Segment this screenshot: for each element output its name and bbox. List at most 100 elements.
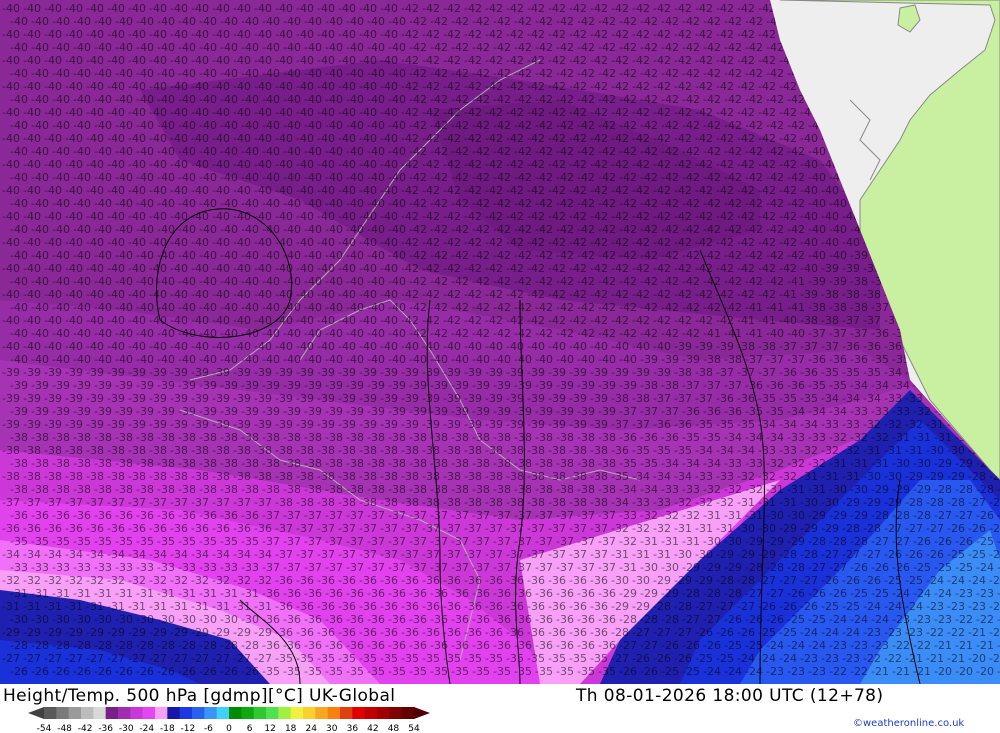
contour-value: -36: [619, 431, 637, 444]
contour-value: -42: [745, 41, 763, 54]
contour-value: -39: [464, 392, 482, 405]
contour-value: -27: [653, 626, 671, 639]
contour-value: -42: [737, 54, 755, 67]
contour-value: -25: [682, 665, 700, 678]
contour-value: -39: [674, 340, 692, 353]
contour-value: -40: [275, 288, 293, 301]
contour-value: -42: [485, 54, 503, 67]
contour-value: -39: [443, 366, 461, 379]
contour-value: -38: [464, 496, 482, 509]
contour-value: -42: [514, 145, 532, 158]
contour-value: -37: [325, 509, 343, 522]
contour-value: -32: [86, 574, 104, 587]
contour-value: -38: [842, 288, 860, 301]
contour-value: -28: [716, 574, 734, 587]
contour-value: -40: [65, 184, 83, 197]
contour-value: -35: [73, 535, 91, 548]
contour-value: -42: [506, 184, 524, 197]
contour-value: -39: [464, 366, 482, 379]
contour-value: -29: [779, 522, 797, 535]
contour-value: -30: [661, 561, 679, 574]
contour-value: -38: [737, 340, 755, 353]
contour-value: -40: [94, 275, 112, 288]
contour-value: -40: [10, 353, 28, 366]
contour-value: -40: [178, 171, 196, 184]
contour-value: -40: [367, 249, 385, 262]
contour-value: -38: [380, 444, 398, 457]
contour-value: -37: [325, 561, 343, 574]
contour-value: -38: [304, 457, 322, 470]
contour-value: -40: [325, 249, 343, 262]
contour-value: -39: [317, 392, 335, 405]
contour-value: -40: [2, 2, 20, 15]
contour-value: -38: [409, 431, 427, 444]
contour-value: -34: [800, 418, 818, 431]
contour-value: -35: [619, 457, 637, 470]
contour-value: -42: [443, 262, 461, 275]
contour-value: -42: [464, 288, 482, 301]
contour-value: -40: [569, 340, 587, 353]
contour-value: -37: [640, 405, 658, 418]
contour-value: -40: [128, 106, 146, 119]
contour-value: -40: [283, 301, 301, 314]
credit-link[interactable]: ©weatheronline.co.uk: [853, 718, 964, 729]
contour-value: -32: [800, 444, 818, 457]
contour-value: -42: [745, 171, 763, 184]
contour-value: -38: [199, 483, 217, 496]
contour-value: -35: [682, 431, 700, 444]
contour-value: -38: [598, 431, 616, 444]
contour-value: -36: [653, 418, 671, 431]
contour-value: -42: [653, 28, 671, 41]
contour-value: -35: [409, 665, 427, 678]
contour-value: -40: [115, 171, 133, 184]
contour-value: -40: [128, 28, 146, 41]
contour-value: -23: [905, 626, 923, 639]
contour-value: -38: [703, 353, 721, 366]
contour-value: -39: [296, 418, 314, 431]
contour-value: -31: [779, 496, 797, 509]
contour-value: -38: [325, 457, 343, 470]
contour-value: -40: [233, 236, 251, 249]
contour-value: -40: [115, 15, 133, 28]
scale-swatch: [389, 707, 403, 719]
contour-value: -38: [2, 444, 20, 457]
contour-value: -30: [850, 483, 868, 496]
contour-value: -40: [800, 236, 818, 249]
contour-value: -40: [821, 210, 839, 223]
contour-value: -42: [598, 249, 616, 262]
contour-value: -39: [338, 392, 356, 405]
contour-value: -40: [506, 340, 524, 353]
contour-value: -36: [464, 574, 482, 587]
contour-value: -26: [821, 574, 839, 587]
contour-value: -36: [401, 600, 419, 613]
contour-value: -36: [409, 613, 427, 626]
contour-value: -42: [703, 67, 721, 80]
contour-value: -37: [535, 509, 553, 522]
contour-value: -42: [430, 301, 448, 314]
contour-value: -20: [968, 652, 986, 665]
contour-value: -27: [2, 652, 20, 665]
contour-value: -42: [611, 314, 629, 327]
contour-value: -25: [913, 561, 931, 574]
contour-value: -42: [514, 67, 532, 80]
contour-value: -40: [283, 15, 301, 28]
contour-value: -26: [73, 665, 91, 678]
contour-value: -37: [262, 509, 280, 522]
contour-value: -40: [52, 301, 70, 314]
contour-value: -38: [23, 444, 41, 457]
contour-value: -42: [619, 171, 637, 184]
contour-value: -40: [115, 41, 133, 54]
contour-value: -30: [157, 613, 175, 626]
contour-value: -40: [2, 28, 20, 41]
contour-value: -42: [737, 2, 755, 15]
contour-value: -40: [73, 15, 91, 28]
contour-value: -42: [598, 301, 616, 314]
contour-value: -38: [115, 483, 133, 496]
contour-value: -39: [388, 405, 406, 418]
contour-value: -40: [346, 93, 364, 106]
contour-value: -40: [212, 210, 230, 223]
contour-value: -36: [443, 626, 461, 639]
contour-value: -36: [443, 600, 461, 613]
contour-value: -36: [451, 613, 469, 626]
contour-value: -30: [136, 613, 154, 626]
